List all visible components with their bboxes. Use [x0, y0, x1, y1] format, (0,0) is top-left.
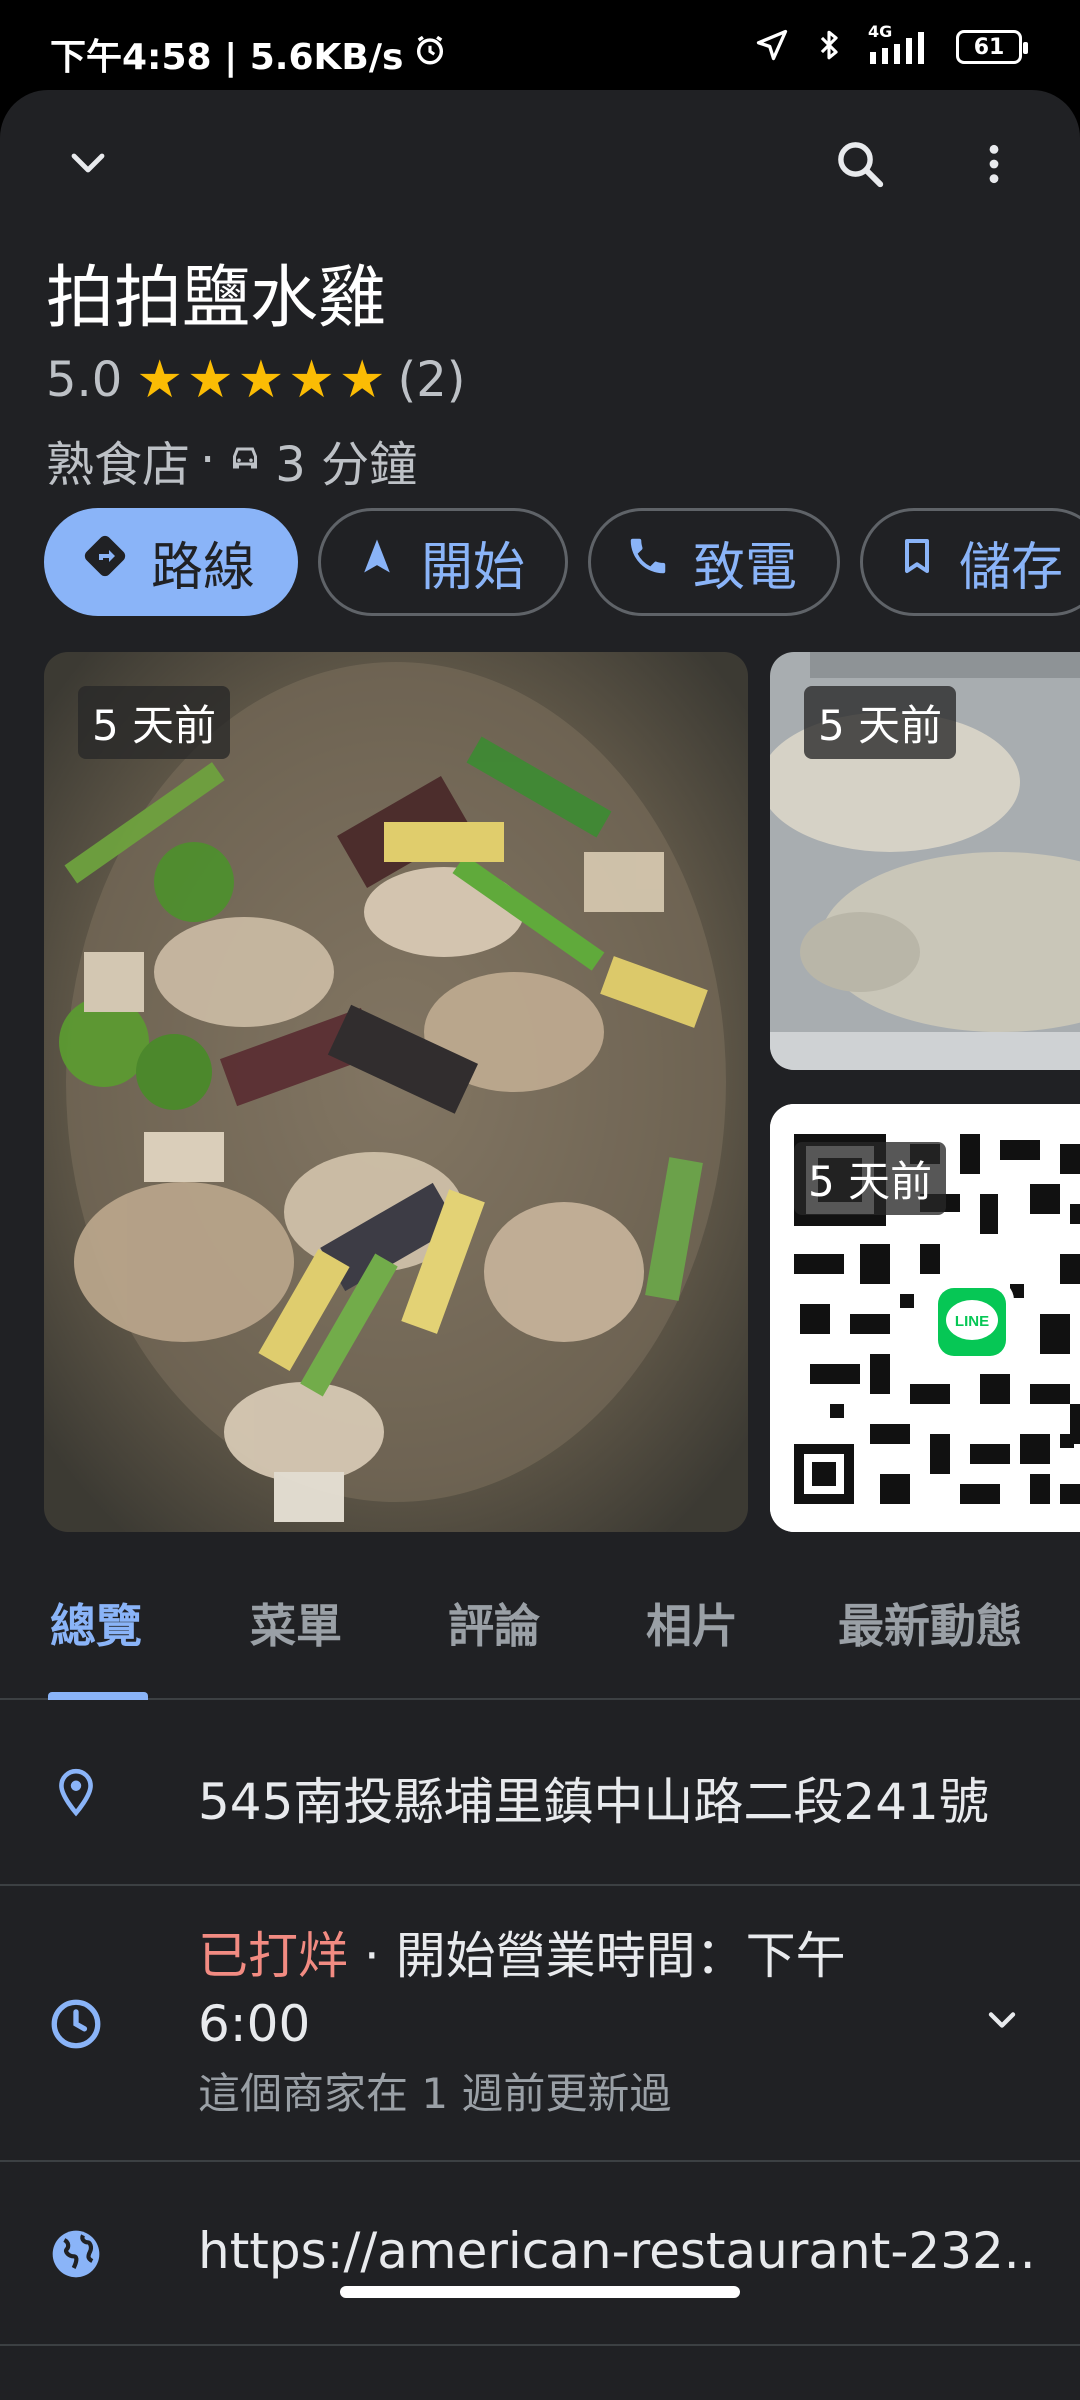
location-pin-icon: [44, 1760, 108, 1824]
chevron-down-icon: [64, 140, 112, 192]
review-count: (2): [397, 352, 466, 408]
phone-icon: [625, 532, 671, 592]
photo-age-badge: 5 天前: [78, 686, 231, 759]
more-vert-icon: [972, 140, 1016, 192]
food-photo-image: [44, 652, 748, 1532]
rating-value: 5.0: [46, 352, 123, 408]
tab-menu[interactable]: 菜單: [250, 1590, 342, 1656]
status-bar: 下午4:58 | 5.6KB/s 4G 61: [0, 0, 1080, 90]
star-icon: ★: [136, 350, 183, 410]
hours-updated-note: 這個商家在 1 週前更新過: [198, 2069, 672, 2118]
tab-photos[interactable]: 相片: [646, 1590, 738, 1656]
search-button[interactable]: [820, 126, 900, 206]
globe-icon: [44, 2222, 108, 2286]
signal-icon: 4G: [868, 22, 934, 64]
start-label: 開始: [421, 537, 526, 598]
address-row[interactable]: 545南投縣埔里鎮中山路二段241號: [0, 1702, 1080, 1886]
hours-expand-button[interactable]: [962, 1982, 1042, 2062]
star-icon: ★: [338, 350, 386, 410]
location-arrow-icon: [754, 27, 790, 67]
more-options-button[interactable]: [954, 126, 1034, 206]
save-label: 儲存: [959, 537, 1064, 598]
status-time-speed: 下午4:58 | 5.6KB/s: [50, 37, 404, 78]
line-logo-text: LINE: [955, 1313, 989, 1330]
photo-line-qr-code[interactable]: LINE 5 天前: [770, 1104, 1080, 1532]
place-tabs: 總覽 菜單 評論 相片 最新動態: [0, 1568, 1080, 1700]
tab-reviews[interactable]: 評論: [448, 1590, 540, 1656]
hours-row[interactable]: 已打烊 · 開始營業時間：下午 6:00 這個商家在 1 週前更新過: [0, 1886, 1080, 2162]
alarm-icon: [413, 33, 447, 76]
navigation-icon: [355, 532, 399, 593]
directions-button[interactable]: 路線: [44, 508, 299, 616]
start-button[interactable]: 開始: [318, 508, 569, 616]
search-icon: [833, 137, 887, 195]
category-label: 熟食店: [46, 437, 191, 493]
directions-label: 路線: [151, 537, 256, 598]
star-icon: ★: [237, 350, 285, 410]
rating-row[interactable]: 5.0 ★ ★ ★ ★ ★ (2): [46, 352, 465, 408]
network-type: 4G: [868, 22, 893, 41]
gesture-nav-bar[interactable]: [340, 2286, 740, 2298]
battery-indicator: 61: [956, 30, 1028, 64]
meta-separator: ·: [200, 432, 216, 488]
car-icon: [225, 432, 265, 488]
photo-age-badge: 5 天前: [794, 1142, 947, 1215]
place-title: 拍拍鹽水雞: [46, 259, 387, 338]
directions-icon: [81, 532, 129, 593]
tab-overview[interactable]: 總覽: [50, 1590, 142, 1656]
photo-food-dish[interactable]: 5 天前: [44, 652, 748, 1532]
website-link[interactable]: https://american-restaurant-232...: [198, 2222, 1040, 2280]
call-label: 致電: [693, 537, 798, 598]
drive-time: 3 分鐘: [275, 437, 418, 493]
website-row[interactable]: https://american-restaurant-232...: [0, 2162, 1080, 2346]
hours-separator: ·: [348, 1927, 396, 1985]
save-button[interactable]: 儲存: [860, 508, 1080, 616]
bookmark-icon: [897, 532, 937, 592]
photo-age-badge: 5 天前: [804, 686, 957, 759]
rating-stars: ★ ★ ★ ★ ★: [136, 354, 385, 406]
collapse-button[interactable]: [48, 126, 128, 206]
star-icon: ★: [288, 350, 335, 410]
chevron-down-icon: [980, 1998, 1024, 2046]
active-tab-indicator: [48, 1692, 148, 1700]
call-button[interactable]: 致電: [588, 508, 841, 616]
place-sheet: 拍拍鹽水雞 5.0 ★ ★ ★ ★ ★ (2) 熟食店 · 3 分鐘 路線 開始…: [0, 90, 1080, 2400]
clock-icon: [44, 1992, 108, 2056]
star-icon: ★: [186, 350, 234, 410]
tab-updates[interactable]: 最新動態: [838, 1590, 1022, 1656]
action-chips: 路線 開始 致電 儲存: [44, 508, 1080, 616]
hours-status: 已打烊: [198, 1927, 348, 1985]
bluetooth-icon: [812, 26, 846, 68]
address-text: 545南投縣埔里鎮中山路二段241號: [198, 1773, 989, 1831]
meta-row: 熟食店 · 3 分鐘: [46, 425, 417, 495]
photo-chicken-wings[interactable]: 5 天前: [770, 652, 1080, 1070]
